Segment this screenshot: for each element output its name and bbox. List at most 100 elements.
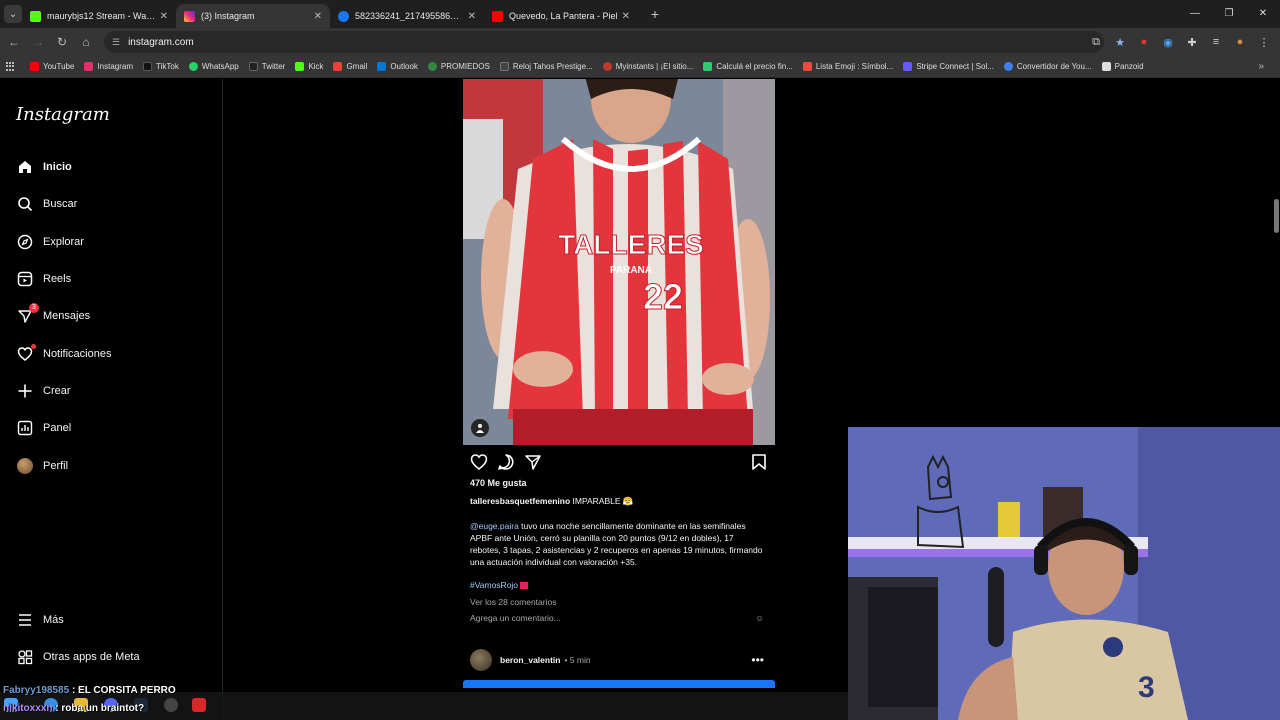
tab-title: 582336241_21749558630574 [355,11,464,21]
sidebar-item-inicio[interactable]: Inicio [16,158,72,176]
tiktok-icon [143,62,153,71]
bookmark-gmail[interactable]: Gmail [333,62,367,71]
bookmark-label: Kick [308,62,324,71]
tab-youtube[interactable]: Quevedo, La Pantera - Piel ✕ [484,4,638,28]
share-send-icon[interactable] [524,453,542,471]
bookmark-instagram[interactable]: Instagram [84,62,133,71]
tab-strip: ⌄ maurybjs12 Stream - Watch Liv ✕ (3) In… [0,0,1280,28]
comment-bubble-icon[interactable] [497,453,515,471]
install-app-icon[interactable]: ⧉ [1084,36,1108,49]
sidebar-item-label: Crear [43,385,71,397]
sidebar-item-notificaciones[interactable]: Notificaciones [16,344,111,363]
bookmarks-bar: YouTube Instagram TikTok WhatsApp Twitte… [0,56,1280,78]
next-post-username[interactable]: beron_valentin [500,655,560,665]
minimize-button[interactable]: — [1178,0,1212,28]
tab-instagram[interactable]: (3) Instagram ✕ [176,4,330,28]
bookmark-emoji[interactable]: Lista Emoji : Símbol... [802,62,894,71]
sidebar-item-mas[interactable]: Más [16,611,64,629]
bookmark-promiedos[interactable]: PROMIEDOS [427,62,490,71]
tab-facebook[interactable]: 582336241_21749558630574 ✕ [330,4,484,28]
sidebar-item-buscar[interactable]: Buscar [16,195,77,213]
sidebar-item-panel[interactable]: Panel [16,419,71,437]
sidebar-item-perfil[interactable]: Perfil [16,457,68,475]
bookmark-outlook[interactable]: Outlook [377,62,418,71]
extensions-puzzle-icon[interactable]: ✚ [1180,36,1204,49]
scrollbar-thumb[interactable] [1274,199,1279,233]
close-window-button[interactable]: ✕ [1246,0,1280,28]
bookmark-calcula[interactable]: Calculá el precio fin... [703,62,793,71]
bookmark-youtube[interactable]: YouTube [30,62,74,71]
bookmark-convertidor[interactable]: Convertidor de You... [1003,62,1092,71]
bookmark-tiktok[interactable]: TikTok [143,62,179,71]
reload-icon[interactable]: ↻ [50,35,74,49]
like-heart-icon[interactable] [470,453,488,471]
tab-search-button[interactable]: ⌄ [4,5,22,23]
tab-kick[interactable]: maurybjs12 Stream - Watch Liv ✕ [22,4,176,28]
forward-icon[interactable]: → [26,35,50,49]
bookmark-label: Lista Emoji : Símbol... [815,62,894,71]
site-info-icon[interactable]: ☰ [112,37,120,48]
sidebar-item-meta-apps[interactable]: Otras apps de Meta [16,648,140,666]
comment-placeholder: Agrega un comentario... [470,613,561,623]
apps-grid-icon[interactable] [6,61,16,72]
hamburger-menu-icon [16,611,34,629]
bookmark-whatsapp[interactable]: WhatsApp [188,62,239,71]
sidebar-item-crear[interactable]: Crear [16,382,71,400]
instagram-logo[interactable]: Instagram [16,104,110,125]
post-image[interactable]: TALLERES PARANÁ 22 [463,79,775,445]
url-text: instagram.com [128,36,194,48]
view-comments-link[interactable]: Ver los 28 comentarios [470,597,556,607]
outlook-icon [377,62,387,71]
emoji-picker-icon[interactable]: ☺ [755,613,764,623]
streamer-webcam: 3 [848,427,1280,720]
bookmark-reloj[interactable]: Reloj Tahos Prestige... [499,62,593,71]
profile-avatar-icon [16,457,34,475]
compass-icon [16,233,34,251]
hashtag-link[interactable]: #VamosRojo [470,580,518,590]
whatsapp-icon [188,62,198,71]
close-icon[interactable]: ✕ [160,11,168,22]
bookmark-kick[interactable]: Kick [295,62,323,71]
sidebar-item-reels[interactable]: Reels [16,270,71,288]
next-post-image[interactable] [463,680,775,688]
youtube-favicon-icon [492,10,503,22]
chat-username: Fabryy198585 [3,685,70,696]
close-icon[interactable]: ✕ [314,11,322,22]
bookmark-stripe[interactable]: Stripe Connect | Sol... [903,62,994,71]
more-bookmarks-icon[interactable]: » [1258,61,1264,72]
address-bar[interactable]: ☰ instagram.com [104,31,1104,53]
avatar[interactable] [470,649,492,671]
tab-search-icon[interactable]: ≡ [1204,36,1228,48]
bookmark-twitter[interactable]: Twitter [248,62,285,71]
back-icon[interactable]: ← [2,35,26,49]
save-bookmark-icon[interactable] [751,453,767,471]
x-twitter-icon [248,62,258,71]
reels-icon [16,270,34,288]
home-icon [16,158,34,176]
mention-link[interactable]: @euge.paira [470,521,519,531]
tab-title: (3) Instagram [201,11,255,21]
sidebar-item-explorar[interactable]: Explorar [16,233,84,251]
extension-audio-icon[interactable]: ◉ [1156,36,1180,49]
sidebar-item-label: Mensajes [43,310,91,322]
extension-record-icon[interactable]: ● [1132,36,1156,48]
more-options-icon[interactable]: ••• [751,653,764,667]
close-icon[interactable]: ✕ [622,11,630,22]
tagged-people-icon[interactable] [471,419,489,437]
restore-button[interactable]: ❐ [1212,0,1246,28]
likes-count[interactable]: 470 Me gusta [470,478,527,488]
home-button-icon[interactable]: ⌂ [74,35,98,49]
sidebar-item-label: Panel [43,422,72,434]
bookmark-star-icon[interactable]: ★ [1108,36,1132,49]
hashtag-line: #VamosRojo [470,580,529,590]
new-tab-button[interactable]: + [646,6,664,22]
profile-avatar-icon[interactable]: ● [1228,36,1252,48]
comment-input[interactable]: Agrega un comentario... ☺ [470,613,764,623]
menu-kebab-icon[interactable]: ⋮ [1252,36,1276,49]
bookmark-panzoid[interactable]: Panzoid [1101,62,1144,71]
promiedos-icon [427,62,437,71]
post-author[interactable]: talleresbasquetfemenino [470,496,570,506]
close-icon[interactable]: ✕ [468,11,476,22]
bookmark-myinstants[interactable]: Myinstants | ¡El sitio... [602,62,693,71]
sidebar-item-mensajes[interactable]: 3 Mensajes [16,303,91,325]
